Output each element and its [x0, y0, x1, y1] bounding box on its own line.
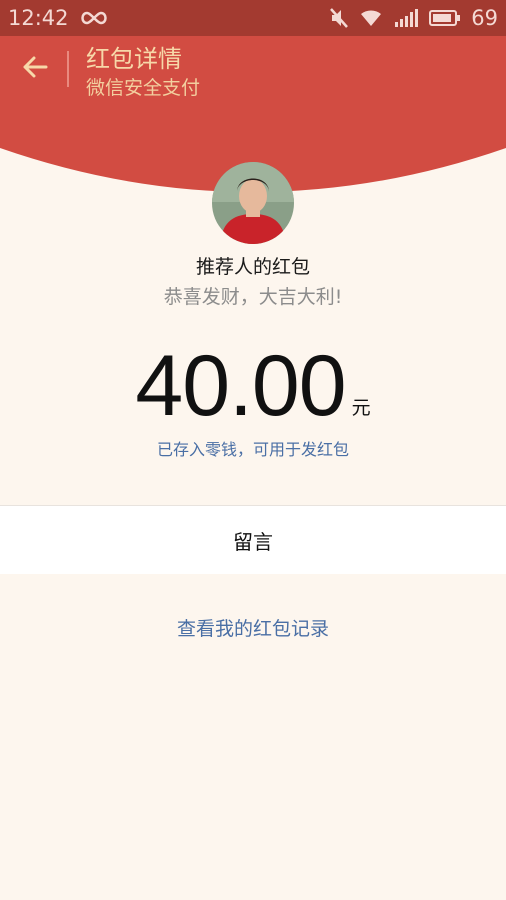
message-row[interactable]: 留言 — [0, 506, 506, 574]
signal-4g-icon — [393, 8, 419, 28]
amount-unit: 元 — [351, 397, 371, 419]
header-divider — [67, 51, 69, 87]
amount-block: 40.00 元 — [0, 338, 506, 434]
arrow-left-icon — [22, 56, 48, 82]
avatar[interactable] — [212, 162, 294, 244]
amount-value: 40.00 — [135, 338, 346, 434]
app-header: 红包详情 微信安全支付 — [0, 36, 506, 106]
stored-note[interactable]: 已存入零钱，可用于发红包 — [0, 436, 506, 460]
page-title: 红包详情 — [86, 45, 182, 73]
sender-name: 推荐人的红包 — [195, 256, 310, 278]
back-button[interactable] — [18, 52, 52, 86]
message-label: 留言 — [233, 529, 273, 554]
status-bar: 12:42 69 — [0, 0, 506, 36]
infinity-icon — [79, 10, 109, 26]
page-subtitle: 微信安全支付 — [86, 77, 201, 99]
battery-level: 69 — [471, 6, 498, 30]
red-packet-record-link[interactable]: 查看我的红包记录 — [0, 614, 506, 641]
battery-icon — [429, 9, 461, 27]
wish-text: 恭喜发财，大吉大利! — [163, 286, 343, 308]
mute-icon — [329, 7, 349, 29]
wifi-icon — [359, 8, 383, 28]
status-time: 12:42 — [8, 6, 69, 30]
